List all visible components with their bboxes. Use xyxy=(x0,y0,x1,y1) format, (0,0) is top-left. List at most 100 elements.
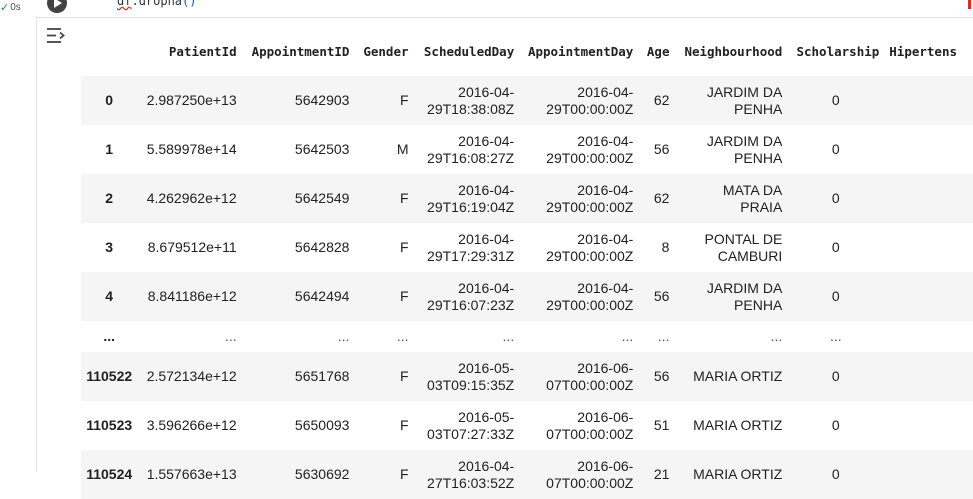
code-editor-line[interactable]: df.dropna() xyxy=(117,0,197,8)
cell-patientid: 5.589978e+14 xyxy=(146,141,237,157)
cell-index: ... xyxy=(103,328,116,344)
cell-gender: F xyxy=(399,288,409,304)
cell-appointmentid: 5650093 xyxy=(294,417,350,433)
cell-neighbourhood: MARIA ORTIZ xyxy=(693,417,783,433)
cell-gender: M xyxy=(396,141,409,157)
cell-appointmentday: ... xyxy=(621,328,634,344)
cell-appointmentid: 5642828 xyxy=(294,239,350,255)
cell-gender: F xyxy=(399,190,409,206)
cell-scholarship: 0 xyxy=(831,368,840,384)
cell-appointmentday: 2016-04- 29T00:00:00Z xyxy=(546,181,634,215)
cell-gender: F xyxy=(399,417,409,433)
code-variable: df xyxy=(117,0,132,8)
cell-hipertension xyxy=(885,125,973,174)
output-actions-icon[interactable] xyxy=(45,26,67,46)
cell-index: 2 xyxy=(105,190,114,206)
cell-neighbourhood: MARIA ORTIZ xyxy=(693,368,783,384)
cell-age: ... xyxy=(657,328,670,344)
table-row: 0 2.987250e+13 5642903 F 2016-04- 29T18:38:08… xyxy=(81,76,973,125)
cell-hipertension xyxy=(885,352,973,401)
col-header-patientid: PatientId xyxy=(168,44,237,59)
cell-neighbourhood: PONTAL DE CAMBURI xyxy=(704,230,783,264)
cell-scheduledday: 2016-05- 03T09:15:35Z xyxy=(427,359,515,393)
cell-patientid: 1.557663e+13 xyxy=(146,466,237,482)
cell-scholarship: 0 xyxy=(831,288,840,304)
cell-scheduledday: 2016-04- 29T17:29:31Z xyxy=(427,230,515,264)
table-row: 2 4.262962e+12 5642549 F 2016-04- 29T16:19:04… xyxy=(81,174,973,223)
cell-scheduledday: 2016-04- 29T18:38:08Z xyxy=(427,83,515,117)
col-header-neighbourhood: Neighbourhood xyxy=(684,44,783,59)
cell-appointmentid: 5630692 xyxy=(294,466,350,482)
cell-index: 110523 xyxy=(86,417,133,433)
cell-appointmentday: 2016-06- 07T00:00:00Z xyxy=(546,359,634,393)
cell-hipertension xyxy=(885,223,973,272)
cell-appointmentday: 2016-06- 07T00:00:00Z xyxy=(546,408,634,442)
cell-appointmentid: 5651768 xyxy=(294,368,350,384)
cell-appointmentid: 5642494 xyxy=(294,288,350,304)
col-header-appointmentday: AppointmentDay xyxy=(527,44,634,59)
cell-age: 62 xyxy=(653,92,670,108)
cell-index: 110524 xyxy=(86,466,133,482)
dataframe-table: PatientId AppointmentID Gender Scheduled… xyxy=(81,27,973,499)
cell-appointmentid: 5642503 xyxy=(294,141,350,157)
cell-neighbourhood: MATA DA PRAIA xyxy=(722,181,783,215)
cell-patientid: 2.987250e+13 xyxy=(146,92,237,108)
cell-appointmentday: 2016-06- 07T00:00:00Z xyxy=(546,457,634,491)
cell-scheduledday: 2016-04- 27T16:03:52Z xyxy=(427,457,515,491)
col-header-age: Age xyxy=(646,44,670,59)
cell-patientid: 8.841186e+12 xyxy=(147,288,237,304)
cell-gender: F xyxy=(399,368,409,384)
cell-neighbourhood: MARIA ORTIZ xyxy=(693,466,783,482)
cell-gender: F xyxy=(399,466,409,482)
cell-scholarship: 0 xyxy=(831,466,840,482)
cell-appointmentday: 2016-04- 29T00:00:00Z xyxy=(546,132,634,166)
cell-hipertension xyxy=(885,401,973,450)
col-header-hipertension: Hipertens xyxy=(889,44,958,59)
cell-patientid: 4.262962e+12 xyxy=(146,190,237,206)
cell-gender: F xyxy=(399,92,409,108)
table-row: 4 8.841186e+12 5642494 F 2016-04- 29T16:07:23… xyxy=(81,272,973,321)
cell-gender: ... xyxy=(396,328,409,344)
cell-patientid: 2.572134e+12 xyxy=(146,368,237,384)
cell-age: 51 xyxy=(653,417,670,433)
code-method: dropna xyxy=(138,0,183,8)
cell-scheduledday: 2016-04- 29T16:07:23Z xyxy=(427,279,515,313)
dataframe-output: PatientId AppointmentID Gender Scheduled… xyxy=(81,27,973,499)
cell-age: 56 xyxy=(653,368,670,384)
cell-neighbourhood: ... xyxy=(770,328,783,344)
code-parens: () xyxy=(182,0,197,8)
cell-age: 62 xyxy=(653,190,670,206)
cell-appointmentid: 5642549 xyxy=(294,190,350,206)
code-dot: . xyxy=(131,0,139,8)
cell-scheduledday: ... xyxy=(502,328,515,344)
cell-age: 8 xyxy=(661,239,670,255)
check-icon: ✓ xyxy=(0,2,10,14)
cell-patientid: 3.596266e+12 xyxy=(146,417,237,433)
cell-index: 0 xyxy=(105,92,114,108)
cell-index: 110522 xyxy=(86,368,133,384)
col-header-appointmentid: AppointmentID xyxy=(251,44,350,59)
cell-hipertension xyxy=(885,76,973,125)
table-row: 110524 1.557663e+13 5630692 F 2016-04- 27T16:… xyxy=(81,450,973,499)
cell-age: 56 xyxy=(653,288,670,304)
cell-scholarship: 0 xyxy=(831,190,840,206)
cell-gutter: ✓ 0s xyxy=(0,0,37,472)
cell-scholarship: 0 xyxy=(831,141,840,157)
table-row: 1 5.589978e+14 5642503 M 2016-04- 29T16:08:27… xyxy=(81,125,973,174)
cell-appointmentid: ... xyxy=(337,328,350,344)
execution-status: ✓ 0s xyxy=(0,1,21,14)
table-row: 3 8.679512e+11 5642828 F 2016-04- 29T17:29:31… xyxy=(81,223,973,272)
cell-neighbourhood: JARDIM DA PENHA xyxy=(706,279,783,313)
cell-hipertension xyxy=(885,174,973,223)
header-row: PatientId AppointmentID Gender Scheduled… xyxy=(81,27,973,76)
table-row: 110523 3.596266e+12 5650093 F 2016-05- 03T07:… xyxy=(81,401,973,450)
cell-hipertension xyxy=(885,450,973,499)
cell-index: 1 xyxy=(105,141,114,157)
cell-scholarship: 0 xyxy=(831,239,840,255)
cell-age: 56 xyxy=(653,141,670,157)
cell-neighbourhood: JARDIM DA PENHA xyxy=(706,83,783,117)
col-header-scholarship: Scholarship xyxy=(796,44,880,59)
col-header-scheduledday: ScheduledDay xyxy=(423,44,515,59)
cell-index: 4 xyxy=(105,288,114,304)
cell-appointmentid: 5642903 xyxy=(294,92,350,108)
